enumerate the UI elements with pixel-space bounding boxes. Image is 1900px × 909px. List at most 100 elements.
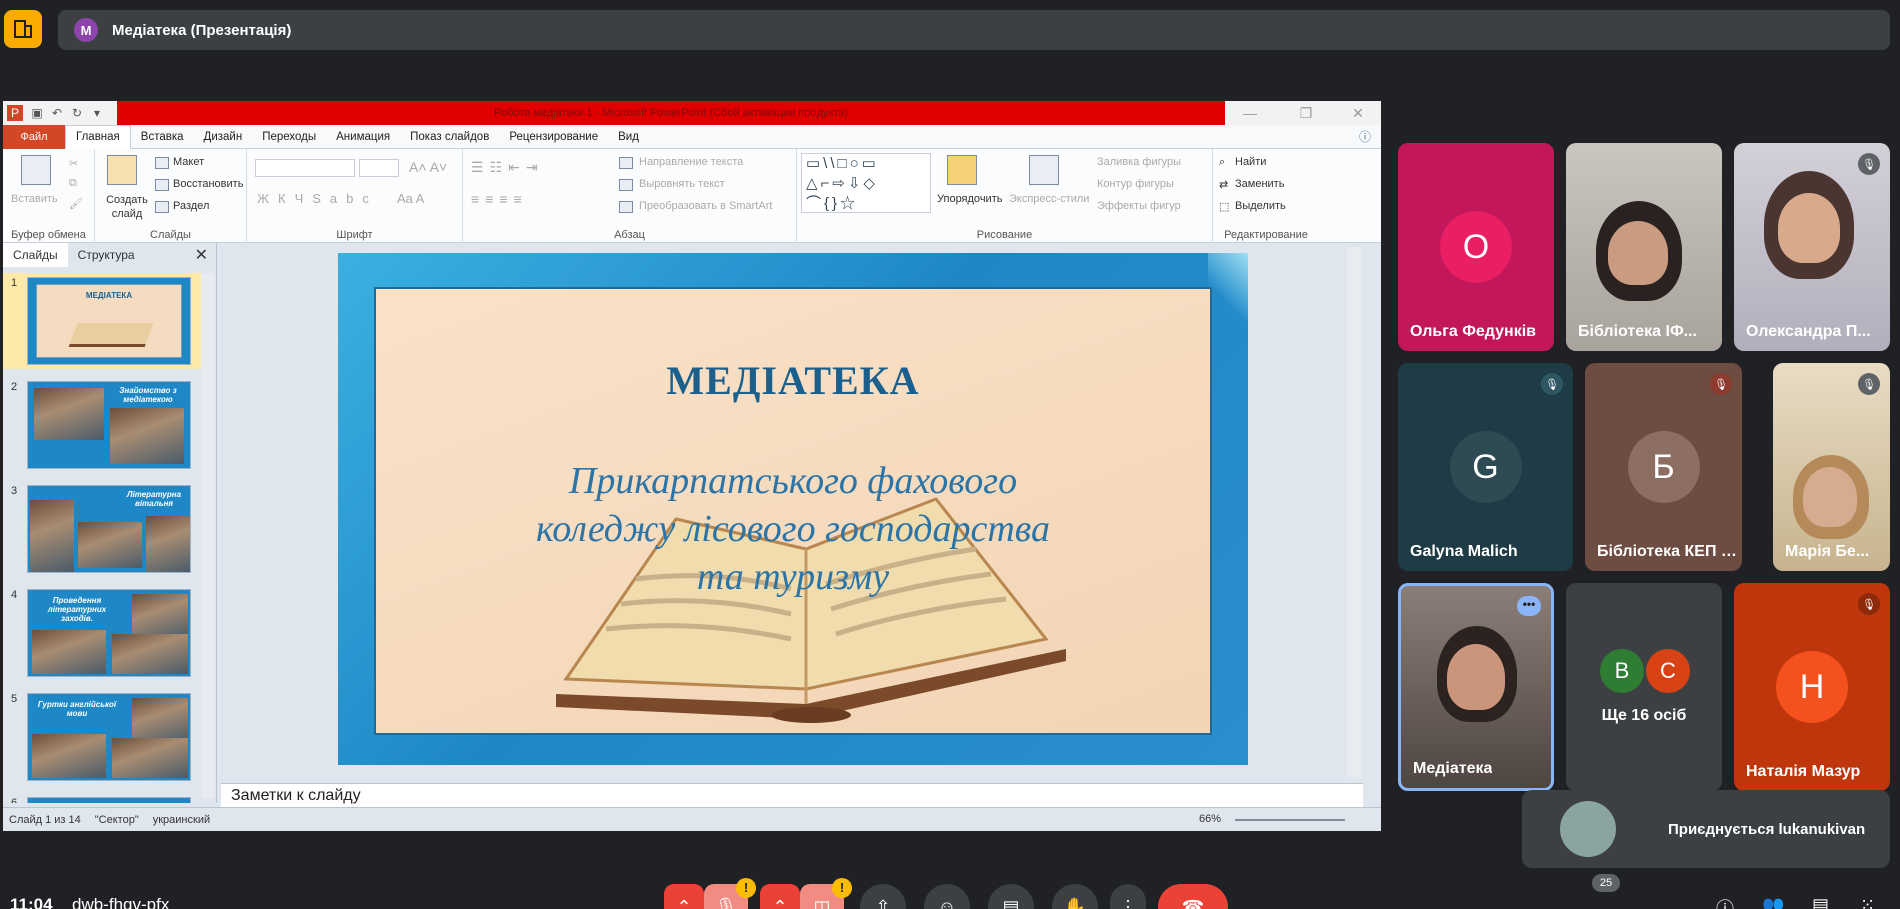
tab-animation[interactable]: Анимация — [326, 125, 400, 149]
tab-transitions[interactable]: Переходы — [252, 125, 326, 149]
replace-button[interactable]: Заменить — [1235, 178, 1284, 190]
notes-pane[interactable]: Заметки к слайду — [221, 783, 1363, 807]
participant-name: Олександра П... — [1746, 323, 1871, 340]
layout-button[interactable]: Макет — [173, 156, 204, 168]
shape-outline-button[interactable]: Контур фигуры — [1097, 178, 1174, 190]
present-button[interactable]: ⇧ — [860, 884, 906, 909]
tab-home[interactable]: Главная — [65, 124, 131, 149]
slide-editor[interactable]: МЕДІАТЕКА Прикарпатського фахового колед… — [221, 243, 1363, 781]
minimize-icon[interactable]: — — [1235, 103, 1265, 123]
tab-design[interactable]: Дизайн — [194, 125, 253, 149]
participant-tile-9[interactable]: 🎙 Н Наталія Мазур — [1734, 583, 1890, 791]
restore-icon[interactable]: ❐ — [1291, 103, 1321, 123]
camera-options-button[interactable]: ⌃ — [760, 884, 800, 909]
editor-scrollbar[interactable] — [1347, 247, 1361, 777]
thumbnail-caption: МЕДІАТЕКА — [85, 291, 133, 300]
slide-thumbnail-4[interactable]: 4 Проведення літературних заходів. — [3, 585, 203, 681]
qat-dropdown-icon[interactable]: ▾ — [89, 105, 105, 121]
copy-icon[interactable]: ⧉ — [69, 177, 77, 190]
align-icons[interactable]: ≡≡≡≡ — [471, 191, 528, 207]
people-icon[interactable]: 👥 — [1762, 895, 1784, 909]
thumbnail-image — [27, 797, 191, 803]
reset-button[interactable]: Восстановить — [173, 178, 243, 190]
find-button[interactable]: Найти — [1235, 156, 1266, 168]
shapes-gallery[interactable]: ▭\\□○▭ △⌐⇨⇩◇ ⌒{}☆ — [801, 153, 931, 213]
layout-icon — [155, 157, 169, 169]
language-indicator[interactable]: украинский — [153, 814, 210, 826]
activities-icon[interactable]: ⁙ — [1860, 895, 1875, 909]
save-icon[interactable]: ▣ — [29, 105, 45, 121]
slide-thumbnail-6[interactable]: 6 — [3, 793, 203, 803]
participant-tile-5[interactable]: 🎙 Б Бібліотека КЕП І... — [1585, 363, 1742, 571]
participant-name: Ольга Федунків — [1410, 323, 1536, 340]
theme-name: "Сектор" — [94, 813, 139, 826]
quick-styles-icon[interactable] — [1029, 155, 1059, 185]
slide-title[interactable]: МЕДІАТЕКА — [376, 357, 1210, 404]
align-text-button[interactable]: Выровнять текст — [639, 178, 725, 190]
paste-button[interactable]: Вставить — [11, 193, 58, 205]
shape-effects-button[interactable]: Эффекты фигур — [1097, 200, 1181, 212]
undo-icon[interactable]: ↶ — [49, 105, 65, 121]
quick-styles-button[interactable]: Экспресс-стили — [1009, 193, 1089, 205]
slides-scrollbar[interactable] — [201, 273, 215, 798]
close-pane-icon[interactable]: ✕ — [195, 245, 208, 265]
tab-slideshow[interactable]: Показ слайдов — [400, 125, 499, 149]
font-family-select[interactable] — [255, 159, 355, 177]
cut-icon[interactable]: ✂ — [69, 157, 78, 170]
more-options-icon[interactable]: ••• — [1517, 596, 1541, 616]
new-slide-button[interactable]: Создать слайд — [105, 193, 149, 221]
slide-thumbnail-3[interactable]: 3 Літературна вітальня — [3, 481, 203, 577]
slide-thumbnail-2[interactable]: 2 Знайомство з медіатекою — [3, 377, 203, 473]
participant-tile-2[interactable]: Бібліотека ІФ... — [1566, 143, 1722, 351]
participant-tile-more[interactable]: B C Ще 16 осіб — [1566, 583, 1722, 791]
font-color-icon[interactable]: Aa A — [397, 191, 424, 206]
info-icon[interactable]: ⓘ — [1716, 895, 1734, 909]
participant-tile-3[interactable]: 🎙 Олександра П... — [1734, 143, 1890, 351]
text-direction-button[interactable]: Направление текста — [639, 156, 743, 168]
font-format-icons[interactable]: ЖКЧSabc — [257, 191, 378, 206]
paste-icon[interactable] — [21, 155, 51, 185]
select-button[interactable]: Выделить — [1235, 200, 1286, 212]
section-button[interactable]: Раздел — [173, 200, 209, 212]
avatar: Н — [1776, 651, 1848, 723]
list-icons[interactable]: ☰☷⇤⇥ — [471, 159, 544, 176]
mic-off-icon: 🎙 — [1541, 373, 1563, 395]
zoom-slider[interactable] — [1235, 819, 1345, 821]
participant-tile-1[interactable]: О Ольга Федунків — [1398, 143, 1554, 351]
shape-fill-button[interactable]: Заливка фигуры — [1097, 156, 1181, 168]
tab-view[interactable]: Вид — [608, 125, 649, 149]
new-slide-icon[interactable] — [107, 155, 137, 185]
zoom-level[interactable]: 66% — [1199, 813, 1221, 825]
slide-subtitle[interactable]: Прикарпатського фахового коледжу лісовог… — [376, 457, 1210, 601]
redo-icon[interactable]: ↻ — [69, 105, 85, 121]
arrange-icon[interactable] — [947, 155, 977, 185]
smartart-button[interactable]: Преобразовать в SmartArt — [639, 200, 772, 212]
end-call-button[interactable]: ☎ — [1158, 884, 1228, 909]
font-size-select[interactable] — [359, 159, 399, 177]
presentation-bar[interactable]: М Медіатека (Презентація) — [58, 10, 1890, 50]
format-painter-icon[interactable]: 🖌 — [69, 197, 83, 210]
tab-slides[interactable]: Слайды — [3, 243, 68, 267]
thumbnail-caption: Гуртки англійської мови — [37, 700, 117, 718]
participant-tile-6[interactable]: 🎙 Марія Бе... — [1773, 363, 1890, 571]
tab-review[interactable]: Рецензирование — [499, 125, 608, 149]
close-icon[interactable]: ✕ — [1343, 103, 1373, 123]
tab-outline[interactable]: Структура — [68, 243, 145, 267]
current-slide[interactable]: МЕДІАТЕКА Прикарпатського фахового колед… — [338, 253, 1248, 765]
arrange-button[interactable]: Упорядочить — [937, 193, 1002, 205]
emoji-button[interactable]: ☺ — [924, 884, 970, 909]
slide-thumbnail-5[interactable]: 5 Гуртки англійської мови — [3, 689, 203, 785]
more-options-button[interactable]: ⋮ — [1110, 884, 1146, 909]
tab-file[interactable]: Файл — [3, 124, 65, 149]
chat-icon[interactable]: ▤ — [1812, 895, 1829, 909]
mic-options-button[interactable]: ⌃ — [664, 884, 704, 909]
slide-thumbnail-1[interactable]: 1 МЕДІАТЕКА — [3, 273, 203, 369]
raise-hand-button[interactable]: ✋ — [1052, 884, 1098, 909]
help-icon[interactable]: ⓘ — [1359, 128, 1371, 145]
tab-insert[interactable]: Вставка — [131, 125, 194, 149]
grow-font-icon[interactable]: A˄ A˅ — [409, 159, 447, 175]
ppt-app-icon[interactable]: P — [7, 105, 23, 121]
captions-button[interactable]: ▤ — [988, 884, 1034, 909]
participant-tile-7[interactable]: ••• Медіатека — [1398, 583, 1554, 791]
participant-tile-4[interactable]: 🎙 G Galyna Malich — [1398, 363, 1573, 571]
